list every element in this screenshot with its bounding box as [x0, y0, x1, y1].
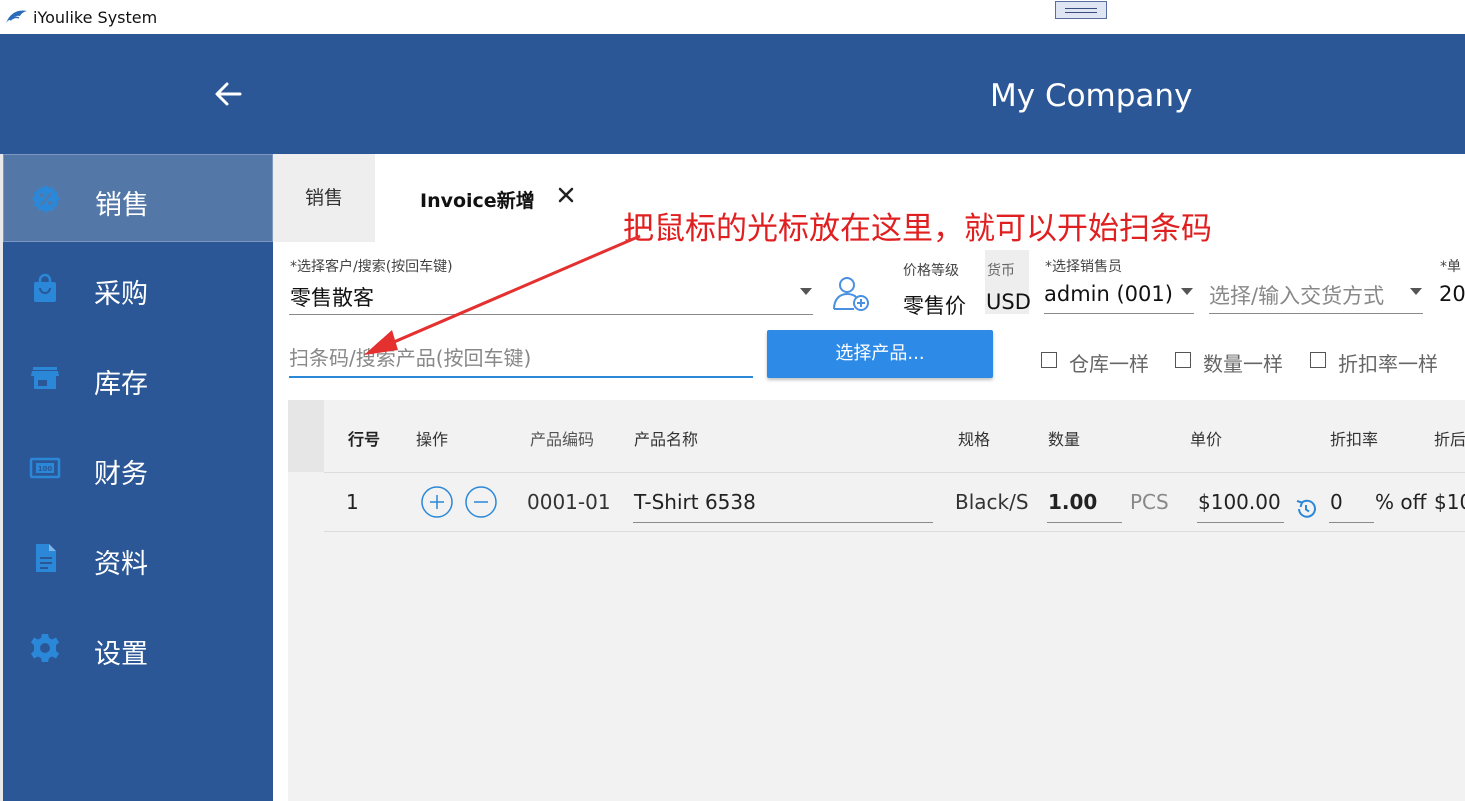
- delivery-underline: [1209, 313, 1423, 314]
- row-discount-unit: % off: [1375, 490, 1427, 514]
- money-icon: 100: [29, 457, 61, 479]
- chevron-down-icon[interactable]: [1410, 288, 1422, 295]
- same-quantity-label: 数量一样: [1203, 352, 1283, 376]
- price-underline: [1197, 522, 1284, 523]
- row-unit: PCS: [1130, 490, 1169, 514]
- table-divider: [324, 472, 1465, 473]
- salesperson-underline: [1044, 313, 1194, 314]
- window-titlebar: [0, 0, 1465, 34]
- remove-row-minus-icon[interactable]: [465, 486, 497, 518]
- salesperson-label: *选择销售员: [1045, 259, 1122, 275]
- sidebar-item-label: 设置: [94, 639, 148, 670]
- sidebar-item-data[interactable]: 资料: [3, 514, 273, 602]
- sidebar-item-finance[interactable]: 100 财务: [3, 424, 273, 512]
- document-icon: [36, 544, 56, 572]
- row-unit-price-input[interactable]: $100.00: [1198, 490, 1281, 514]
- same-quantity-checkbox[interactable]: [1175, 352, 1191, 368]
- currency-value: USD: [986, 290, 1031, 314]
- sidebar-item-settings[interactable]: 设置: [3, 604, 273, 692]
- chevron-down-icon[interactable]: [1181, 288, 1193, 295]
- salesperson-select[interactable]: admin (001): [1044, 282, 1173, 306]
- row-line-number: 1: [346, 490, 359, 514]
- same-discount-label: 折扣率一样: [1338, 352, 1438, 376]
- column-header-unit-price: 单价: [1190, 430, 1223, 449]
- add-customer-icon[interactable]: [830, 275, 872, 313]
- price-history-icon[interactable]: [1294, 497, 1318, 521]
- product-name-underline: [633, 522, 933, 523]
- date-field[interactable]: 20: [1439, 282, 1465, 306]
- tab-invoice-label: Invoice新增: [420, 190, 535, 212]
- column-header-quantity: 数量: [1048, 430, 1081, 449]
- column-header-actions: 操作: [416, 430, 449, 449]
- price-level-label: 价格等级: [903, 263, 959, 279]
- column-header-after-discount: 折后: [1434, 430, 1465, 449]
- shopping-bag-icon: [34, 273, 56, 302]
- date-label: *单: [1440, 259, 1461, 275]
- back-arrow-icon[interactable]: [212, 78, 244, 110]
- column-header-line-no: 行号: [348, 430, 381, 449]
- quantity-underline: [1047, 522, 1122, 523]
- sidebar-item-purchase[interactable]: 采购: [3, 244, 273, 332]
- same-warehouse-label: 仓库一样: [1069, 352, 1149, 376]
- chevron-down-icon[interactable]: [800, 288, 812, 295]
- column-header-product-code: 产品编码: [530, 430, 595, 449]
- window-restore-button[interactable]: [1055, 1, 1107, 19]
- select-product-button[interactable]: 选择产品...: [767, 330, 993, 378]
- close-icon[interactable]: [555, 184, 577, 206]
- gear-icon: [31, 634, 59, 662]
- tab-sales[interactable]: 销售: [273, 154, 375, 242]
- sidebar-item-sales[interactable]: 销售: [3, 154, 273, 242]
- annotation-text: 把鼠标的光标放在这里，就可以开始扫条码: [623, 211, 1212, 247]
- svg-text:100: 100: [38, 465, 53, 473]
- same-discount-checkbox[interactable]: [1310, 352, 1326, 368]
- column-header-spec: 规格: [958, 430, 991, 449]
- discount-underline: [1329, 522, 1374, 523]
- column-header-product-name: 产品名称: [634, 430, 699, 449]
- sidebar-item-label: 销售: [95, 190, 149, 221]
- sidebar-item-label: 库存: [94, 369, 148, 400]
- sidebar-item-label: 资料: [94, 549, 148, 580]
- dolphin-logo-icon: [6, 10, 27, 23]
- window-title: iYoulike System: [33, 8, 158, 27]
- sidebar-item-label: 采购: [94, 279, 148, 310]
- table-header-gutter: [288, 400, 324, 472]
- annotation-arrow-icon: [364, 234, 641, 355]
- company-name: My Company: [990, 78, 1193, 114]
- row-after-discount: $10: [1434, 490, 1465, 514]
- price-level-value: 零售价: [903, 294, 966, 318]
- same-warehouse-checkbox[interactable]: [1041, 352, 1057, 368]
- sidebar: 销售 采购 库存 100 财务 资料 设置: [3, 154, 273, 801]
- row-discount-input[interactable]: 0: [1330, 490, 1343, 514]
- sidebar-item-label: 财务: [94, 459, 148, 490]
- delivery-method-select[interactable]: 选择/输入交货方式: [1209, 280, 1384, 310]
- sales-icon: [32, 185, 60, 213]
- row-quantity-input[interactable]: 1.00: [1048, 490, 1097, 514]
- sidebar-item-inventory[interactable]: 库存: [3, 334, 273, 422]
- row-product-code: 0001-01: [527, 490, 611, 514]
- row-product-name-input[interactable]: T-Shirt 6538: [634, 490, 756, 514]
- currency-label: 货币: [987, 263, 1015, 279]
- store-icon: [31, 367, 59, 389]
- row-divider: [324, 531, 1465, 532]
- column-header-discount: 折扣率: [1330, 430, 1379, 449]
- row-spec: Black/S: [955, 490, 1029, 514]
- product-table: [288, 400, 1465, 801]
- add-row-plus-icon[interactable]: [421, 486, 453, 518]
